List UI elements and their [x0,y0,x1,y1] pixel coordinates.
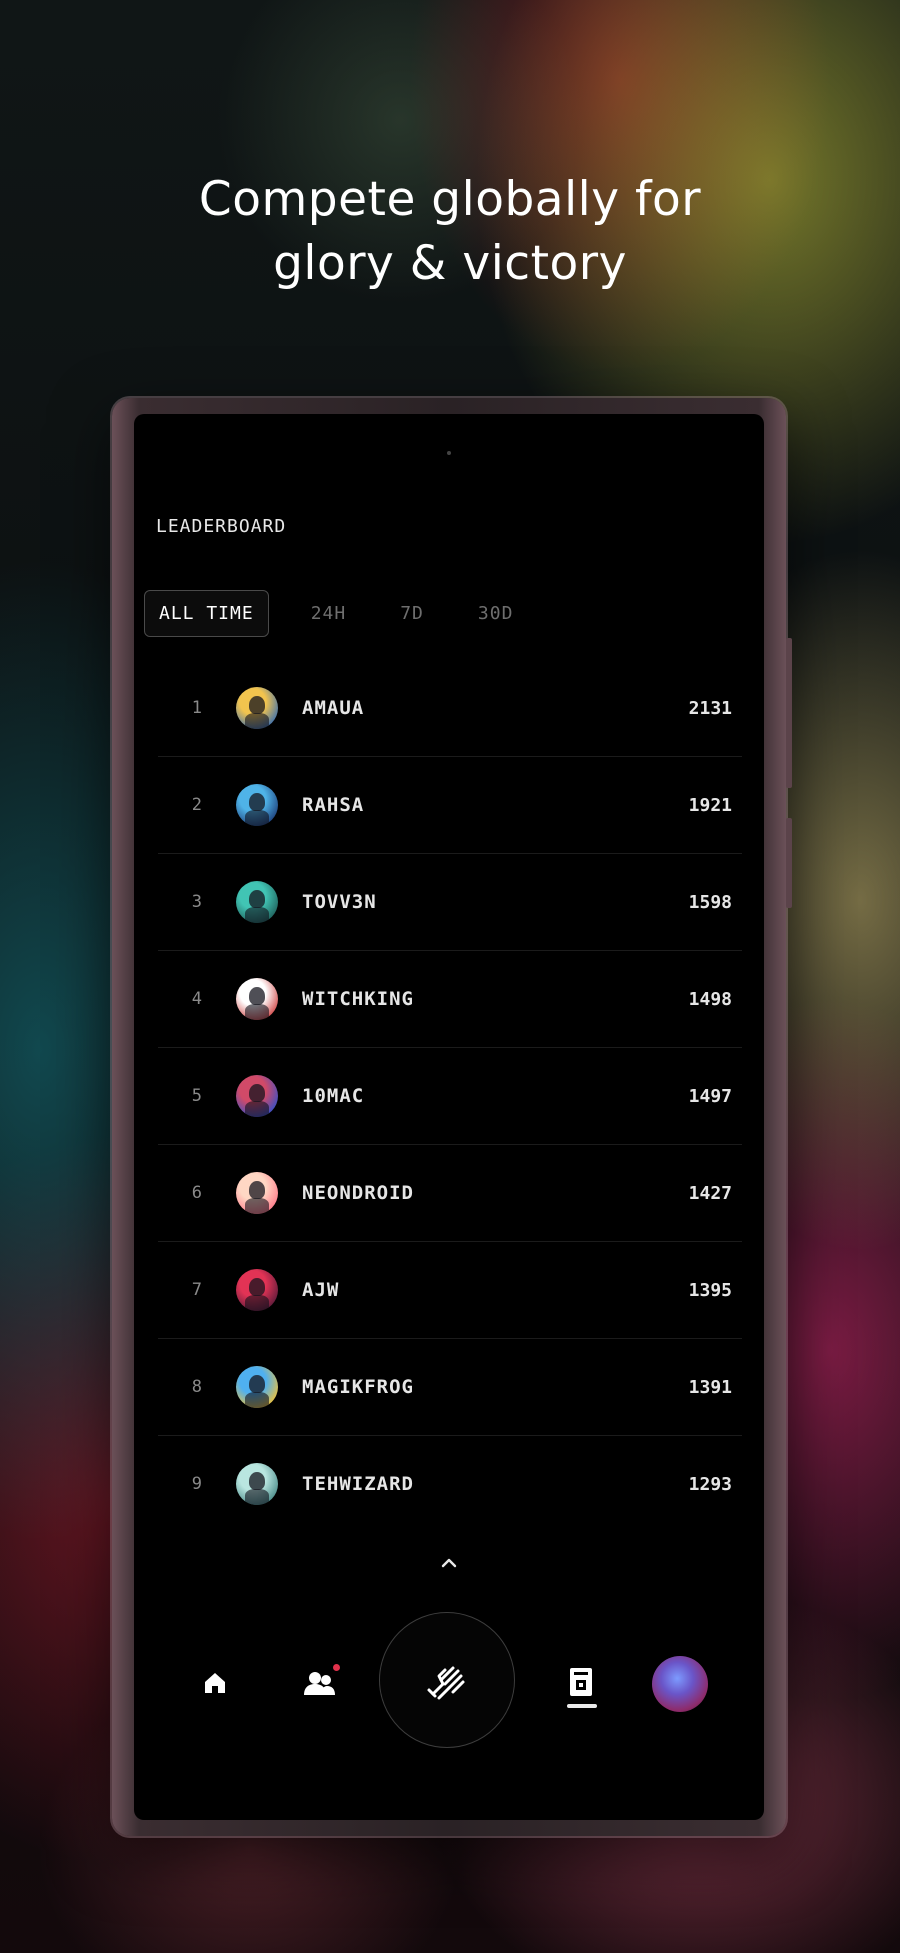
player-name: RAHSA [302,794,365,816]
leaderboard-row[interactable]: 7 AJW 1395 [158,1242,742,1339]
leaderboard-row[interactable]: 4 WITCHKING 1498 [158,951,742,1048]
camera-dot [447,451,451,455]
nav-friends[interactable] [298,1662,342,1704]
volume-button [786,638,792,788]
leaderboard-row[interactable]: 3 TOVV3N 1598 [158,854,742,951]
nav-play-button[interactable] [379,1612,515,1748]
rank-number: 1 [191,698,202,718]
leaderboard-list: 1 AMAUA 2131 2 RAHSA 1921 3 TOVV3N 1 5 9 8 … [158,660,742,1532]
leaderboard-row[interactable]: 1 AMAUA 2131 [158,660,742,757]
time-range-tabs: ALL TIME 24H 7D 30D [144,590,553,637]
leaderboard-row[interactable]: 8 MAGIKFROG 1391 [158,1339,742,1436]
player-avatar [236,1075,278,1117]
headline-line-1: Compete globally for [198,172,702,227]
player-score: 1391 [688,1376,732,1398]
rank-number: 6 [191,1183,202,1203]
power-button [786,818,792,908]
player-avatar [236,1366,278,1408]
player-name: TOVV3N [302,891,377,913]
player-name: MAGIKFROG [302,1376,414,1398]
tab-all-time[interactable]: ALL TIME [144,590,269,637]
leaderboard-row[interactable]: 6 NEONDROID 1427 [158,1145,742,1242]
player-name: AJW [302,1279,340,1301]
player-name: NEONDROID [302,1182,414,1204]
friends-icon [304,1672,335,1695]
player-name: 10MAC [302,1085,365,1107]
player-avatar [236,1269,278,1311]
phone-frame: LEADERBOARD ALL TIME 24H 7D 30D 1 AMAUA … [112,398,792,1836]
tab-24h[interactable]: 24H [297,591,361,636]
player-score: 1497 [688,1085,732,1107]
rank-number: 2 [191,795,202,815]
player-score: 1598 [688,891,732,913]
notification-dot [333,1664,340,1671]
rank-number: 3 [191,892,202,912]
phone-screen: LEADERBOARD ALL TIME 24H 7D 30D 1 AMAUA … [134,414,764,1820]
chevron-up-icon[interactable] [438,1552,460,1574]
player-name: AMAUA [302,697,365,719]
rank-number: 7 [191,1280,202,1300]
tab-7d[interactable]: 7D [386,591,438,636]
profile-avatar[interactable] [652,1656,708,1712]
player-score: 1498 [688,988,732,1010]
tab-30d[interactable]: 30D [464,591,528,636]
player-name: TEHWIZARD [302,1473,414,1495]
player-name: WITCHKING [302,988,414,1010]
bottom-nav [134,1604,764,1748]
leaderboard-row[interactable]: 2 RAHSA 1921 [158,757,742,854]
rank-number: 9 [191,1474,202,1494]
rank-number: 8 [191,1377,202,1397]
play-hand-icon [427,1666,465,1700]
leaderboard-row[interactable]: 5 10MAC 1497 [158,1048,742,1145]
player-avatar [236,978,278,1020]
nav-home[interactable] [196,1664,234,1702]
headline: Compete globally for glory & victory [0,168,900,296]
leaderboard-row[interactable]: 9 TEHWIZARD 1293 [158,1436,742,1532]
rank-number: 4 [191,989,202,1009]
player-score: 1921 [688,794,732,816]
nav-leaderboard[interactable] [558,1660,604,1704]
headline-line-2: glory & victory [273,236,627,291]
player-score: 1427 [688,1182,732,1204]
player-avatar [236,687,278,729]
player-avatar [236,784,278,826]
player-avatar [236,1172,278,1214]
player-score: 2131 [688,697,732,719]
rank-number: 5 [191,1086,202,1106]
player-score: 1293 [688,1473,732,1495]
player-score: 1395 [688,1279,732,1301]
active-tab-indicator [567,1704,597,1708]
player-avatar [236,881,278,923]
player-avatar [236,1463,278,1505]
leaderboard-title: LEADERBOARD [156,516,287,537]
leaderboard-icon [570,1668,592,1696]
home-icon [205,1673,225,1693]
